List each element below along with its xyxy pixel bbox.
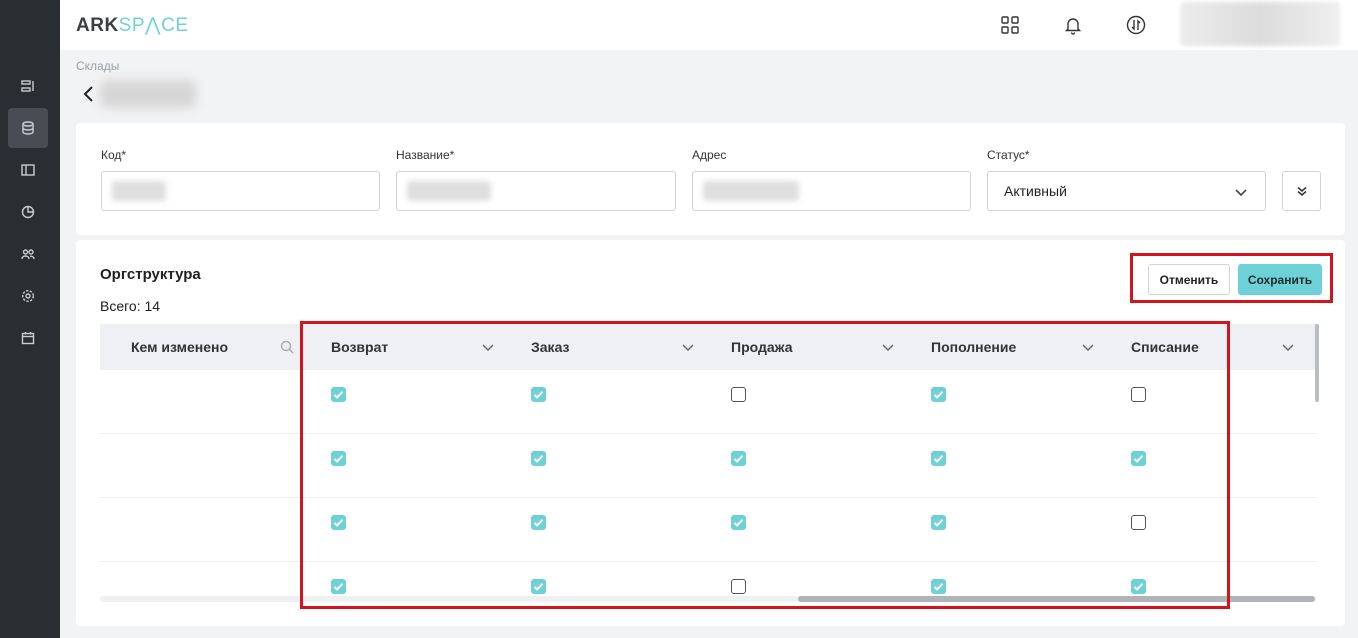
sidebar-item-settings[interactable] [8,276,48,316]
page-title [100,80,196,108]
code-label: Код* [101,148,127,162]
sidebar-item-book[interactable] [8,150,48,190]
expand-button[interactable] [1282,171,1321,211]
exchange-icon [1126,15,1146,35]
name-label: Название* [396,148,455,162]
notifications-button[interactable] [1062,14,1084,36]
column-header[interactable]: Кем изменено [131,339,228,355]
vertical-scroll-thumb[interactable] [1315,324,1319,402]
chart-icon [21,205,35,219]
back-button[interactable] [82,84,96,104]
calendar-icon [21,332,35,345]
sidebar-item-calendar[interactable] [8,318,48,358]
sidebar-item-chart[interactable] [8,192,48,232]
cancel-button[interactable]: Отменить [1148,264,1230,295]
org-structure-card: Оргструктура Всего: 14 Отменить Сохранит… [76,240,1345,626]
apps-button[interactable] [999,14,1021,36]
chevron-down-icon [1234,185,1248,199]
save-button[interactable]: Сохранить [1238,264,1322,295]
breadcrumb[interactable]: Склады [76,59,119,73]
status-value: Активный [1004,183,1067,199]
bell-icon [1064,18,1082,35]
address-value [703,181,799,201]
sidebar [0,0,60,638]
status-select[interactable]: Активный [987,171,1266,211]
gear-icon [21,289,35,303]
sidebar-item-list[interactable] [8,66,48,106]
apps-icon [1001,16,1019,34]
user-profile[interactable] [1180,2,1340,46]
highlight-frame [300,321,1230,609]
status-label: Статус* [987,148,1030,162]
users-icon [21,249,35,260]
sidebar-item-users[interactable] [8,234,48,274]
book-icon [21,164,35,176]
double-chevron-down-icon [1297,186,1306,196]
warehouse-form: Код* Название* Адрес Статус* Активный [76,123,1345,235]
section-title: Оргструктура [100,266,201,283]
sidebar-item-database[interactable] [8,108,48,148]
top-bar: ARKSP⋀CE [60,0,1358,50]
total-count: Всего: 14 [100,298,161,314]
chevron-left-icon [83,86,93,102]
database-icon [22,121,34,135]
exchange-button[interactable] [1125,14,1147,36]
code-field[interactable] [101,171,380,211]
code-value [112,181,166,201]
address-label: Адрес [692,148,727,162]
address-field[interactable] [692,171,971,211]
list-icon [21,80,34,92]
name-field[interactable] [396,171,676,211]
chevron-down-icon[interactable] [1281,340,1295,354]
logo[interactable]: ARKSP⋀CE [76,14,189,37]
search-icon[interactable] [280,340,294,354]
name-value [407,181,491,201]
